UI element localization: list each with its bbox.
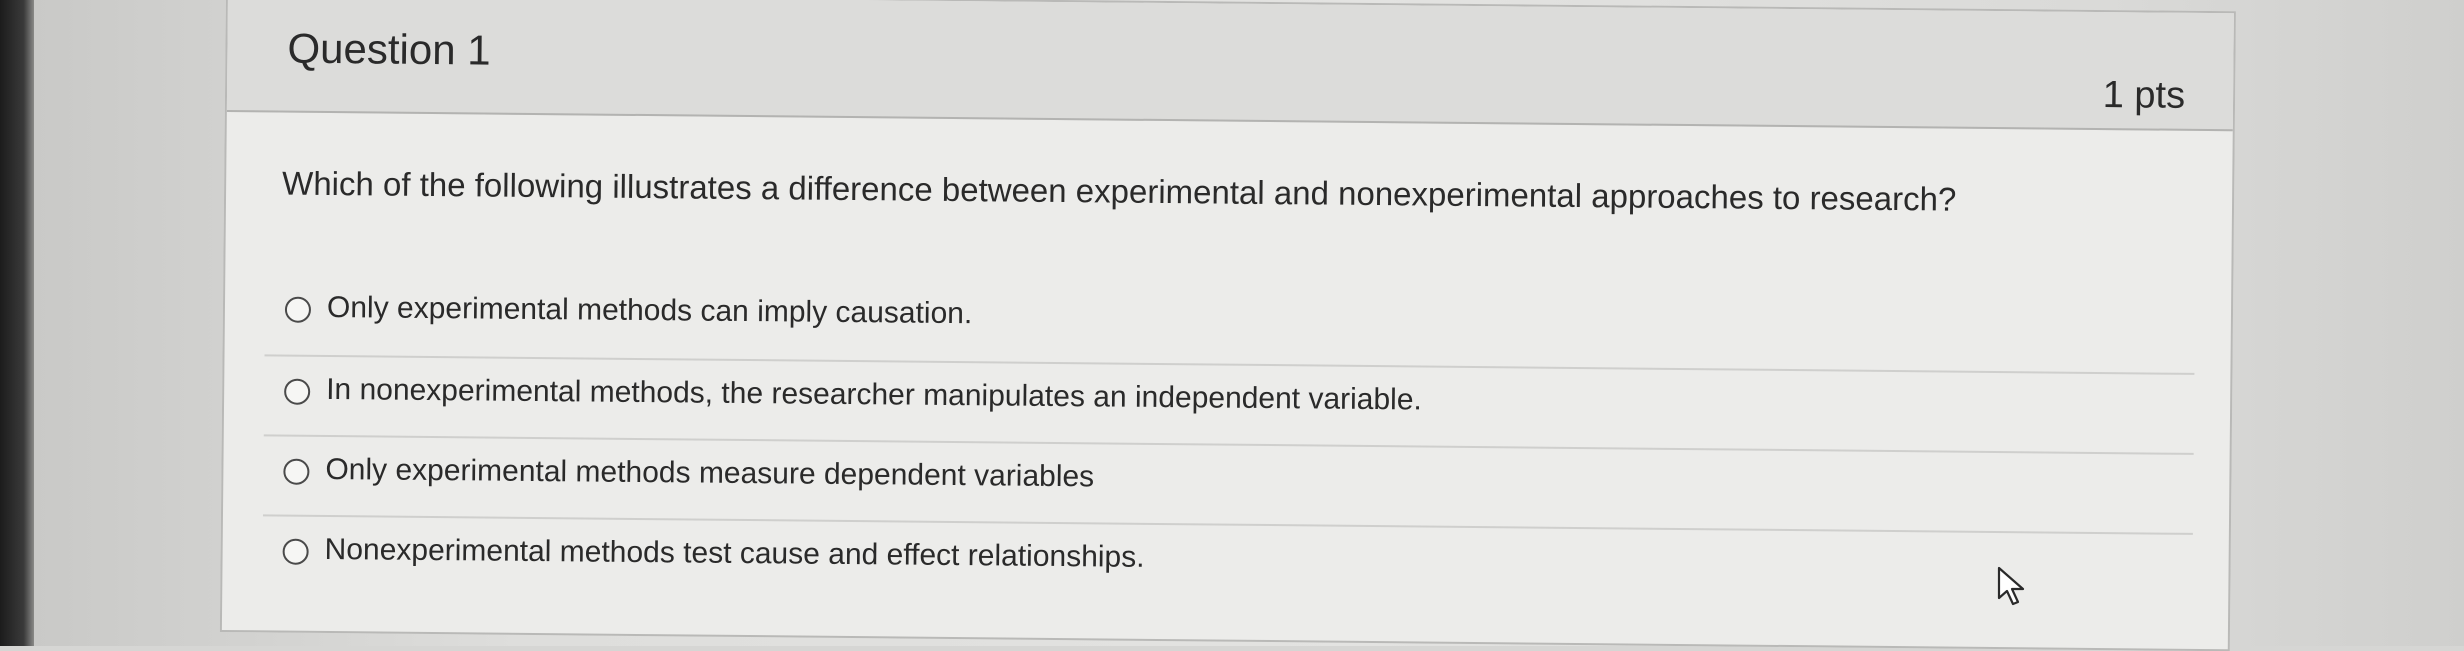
screen-bezel — [0, 0, 34, 646]
answer-list: Only experimental methods can imply caus… — [262, 274, 2195, 613]
answer-label[interactable]: In nonexperimental methods, the research… — [326, 373, 1422, 418]
answer-label[interactable]: Only experimental methods measure depend… — [325, 453, 1094, 494]
radio-button[interactable] — [282, 538, 309, 565]
mouse-pointer-icon — [1997, 566, 2025, 606]
question-points: 1 pts — [2102, 74, 2186, 117]
answer-option-4[interactable]: Nonexperimental methods test cause and e… — [262, 514, 2193, 613]
radio-button[interactable] — [283, 458, 310, 485]
answer-label[interactable]: Only experimental methods can imply caus… — [327, 291, 973, 331]
radio-button[interactable] — [284, 296, 312, 323]
question-text: Which of the following illustrates a dif… — [281, 164, 1957, 218]
question-header: Question 1 1 pts — [226, 0, 2234, 132]
question-title: Question 1 — [287, 24, 491, 74]
question-card: Question 1 1 pts Which of the following … — [219, 0, 2236, 651]
radio-button[interactable] — [284, 378, 311, 405]
answer-label[interactable]: Nonexperimental methods test cause and e… — [324, 533, 1144, 575]
